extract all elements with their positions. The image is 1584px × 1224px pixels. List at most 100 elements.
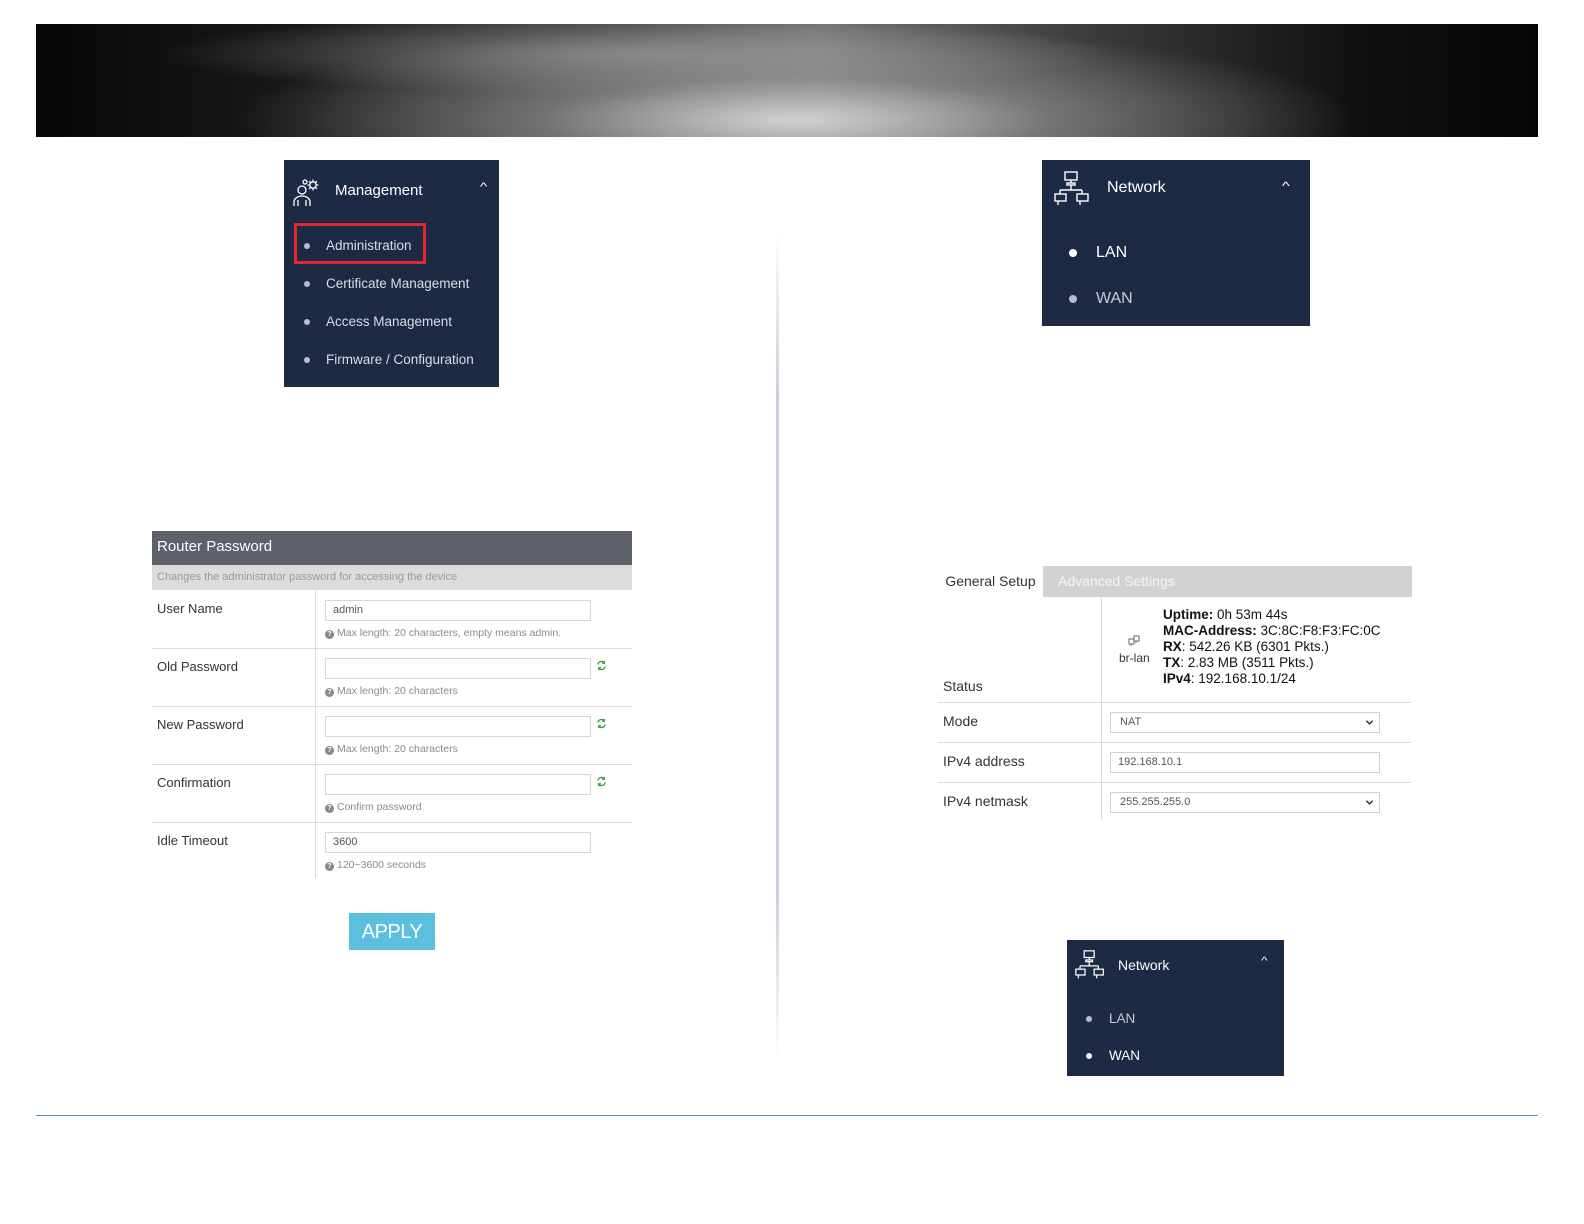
interface-name: br-lan	[1119, 651, 1150, 665]
menu-item-wan[interactable]: WAN	[1086, 1048, 1140, 1063]
field-label: User Name	[157, 601, 223, 616]
menu-item-lan[interactable]: LAN	[1069, 244, 1127, 262]
network-menu-wan: Network ^ LAN WAN	[1067, 940, 1284, 1076]
field-separator	[1101, 742, 1102, 782]
mac-value: 3C:8C:F8:F3:FC:0C	[1260, 623, 1381, 638]
confirmation-input[interactable]	[325, 774, 591, 795]
status-label: Status	[943, 678, 983, 694]
uptime-line: Uptime: 0h 53m 44s	[1163, 607, 1381, 623]
field-separator	[315, 822, 316, 878]
menu-item-lan[interactable]: LAN	[1086, 1011, 1135, 1026]
menu-item-firmware-configuration[interactable]: Firmware / Configuration	[304, 352, 474, 367]
chevron-up-icon[interactable]: ^	[1282, 179, 1290, 193]
mode-row: Mode NAT	[938, 702, 1412, 743]
old-password-input[interactable]	[325, 658, 591, 679]
menu-item-wan[interactable]: WAN	[1069, 290, 1133, 308]
field-hint-text: 120~3600 seconds	[337, 859, 427, 871]
idle-timeout-input[interactable]: 3600	[325, 832, 591, 853]
chevron-up-icon[interactable]: ^	[1261, 956, 1268, 967]
tx-value: : 2.83 MB (3511 Pkts.)	[1180, 655, 1314, 670]
mode-label: Mode	[943, 713, 979, 729]
network-menu-header[interactable]: Network ^	[1067, 940, 1284, 990]
menu-item-label: WAN	[1096, 290, 1133, 307]
field-separator	[315, 648, 316, 706]
bullet-icon	[304, 356, 310, 363]
new-password-input[interactable]	[325, 716, 591, 737]
help-icon: ?	[325, 746, 334, 755]
tx-label: TX	[1163, 655, 1181, 670]
bullet-icon	[1069, 249, 1077, 257]
menu-item-label: WAN	[1109, 1048, 1140, 1063]
status-row: Status br-lan Uptime: 0h 53m 44s MAC-Add…	[938, 597, 1412, 703]
menu-item-label: LAN	[1096, 244, 1128, 261]
network-icon	[1075, 950, 1104, 979]
tab-general-setup[interactable]: General Setup	[938, 566, 1043, 597]
field-row-new-password: New Password ? Max length: 20 characters	[152, 706, 632, 765]
netmask-selected-value: 255.255.255.0	[1120, 796, 1191, 808]
field-separator	[315, 590, 316, 648]
reveal-password-icon[interactable]	[596, 718, 607, 729]
ipv4-value: : 192.168.10.1/24	[1190, 671, 1296, 686]
bullet-icon	[304, 280, 310, 287]
ipv4-address-label: IPv4 address	[943, 753, 1025, 769]
bullet-icon	[304, 318, 310, 325]
ethernet-interface-icon	[1128, 635, 1140, 646]
management-menu-title: Management	[335, 182, 423, 199]
field-label: New Password	[157, 717, 244, 732]
field-hint: ? 120~3600 seconds	[325, 859, 426, 871]
admin-gears-icon	[293, 179, 319, 206]
mac-label: MAC-Address:	[1163, 623, 1257, 638]
router-password-description: Changes the administrator password for a…	[152, 565, 632, 590]
field-label: Old Password	[157, 659, 238, 674]
menu-item-access-management[interactable]: Access Management	[304, 314, 452, 329]
router-password-title: Router Password	[152, 531, 632, 565]
header-banner	[36, 24, 1538, 137]
tab-advanced-settings[interactable]: Advanced Settings	[1043, 566, 1412, 597]
network-menu-header[interactable]: Network ^	[1042, 160, 1310, 220]
field-hint: ? Confirm password	[325, 801, 422, 813]
field-row-user-name: User Name admin ? Max length: 20 characte…	[152, 590, 632, 649]
field-hint: ? Max length: 20 characters, empty means …	[325, 627, 561, 639]
ipv4-address-row: IPv4 address 192.168.10.1	[938, 742, 1412, 783]
user-name-input[interactable]: admin	[325, 600, 591, 621]
management-menu: Management ^ Administration Certificate …	[284, 160, 499, 387]
reveal-password-icon[interactable]	[596, 660, 607, 671]
help-icon: ?	[325, 862, 334, 871]
menu-item-label: Access Management	[326, 314, 453, 329]
mode-selected-value: NAT	[1120, 716, 1142, 728]
network-menu-title: Network	[1107, 179, 1166, 196]
uptime-label: Uptime:	[1163, 607, 1214, 622]
network-menu-title: Network	[1118, 957, 1170, 973]
field-hint-text: Max length: 20 characters, empty means a…	[337, 627, 562, 639]
mode-select[interactable]: NAT	[1110, 712, 1380, 733]
network-menu-lan: Network ^ LAN WAN	[1042, 160, 1310, 326]
help-icon: ?	[325, 688, 334, 697]
field-hint: ? Max length: 20 characters	[325, 685, 458, 697]
column-divider	[776, 230, 779, 1060]
field-hint-text: Max length: 20 characters	[337, 685, 458, 697]
field-row-old-password: Old Password ? Max length: 20 characters	[152, 648, 632, 707]
reveal-password-icon[interactable]	[596, 776, 607, 787]
bullet-icon	[1069, 295, 1077, 303]
highlight-box	[294, 223, 426, 264]
field-hint: ? Max length: 20 characters	[325, 743, 458, 755]
help-icon: ?	[325, 804, 334, 813]
management-menu-header[interactable]: Management ^	[284, 160, 499, 220]
mac-line: MAC-Address: 3C:8C:F8:F3:FC:0C	[1163, 623, 1381, 639]
field-row-idle-timeout: Idle Timeout 3600 ? 120~3600 seconds	[152, 822, 632, 878]
ipv4-address-input[interactable]: 192.168.10.1	[1110, 752, 1380, 773]
menu-item-label: LAN	[1109, 1011, 1136, 1026]
apply-button[interactable]: APPLY	[349, 913, 435, 950]
field-label: Confirmation	[157, 775, 231, 790]
menu-item-certificate-management[interactable]: Certificate Management	[304, 276, 469, 291]
tx-line: TX: 2.83 MB (3511 Pkts.)	[1163, 655, 1381, 671]
chevron-down-icon	[1365, 800, 1374, 805]
help-icon: ?	[325, 630, 334, 639]
field-label: Idle Timeout	[157, 833, 228, 848]
chevron-up-icon[interactable]: ^	[480, 181, 487, 193]
bullet-icon	[1086, 1052, 1092, 1059]
rx-value: : 542.26 KB (6301 Pkts.)	[1181, 639, 1329, 654]
field-separator	[1101, 597, 1102, 702]
ipv4-netmask-select[interactable]: 255.255.255.0	[1110, 792, 1380, 813]
rx-line: RX: 542.26 KB (6301 Pkts.)	[1163, 639, 1381, 655]
